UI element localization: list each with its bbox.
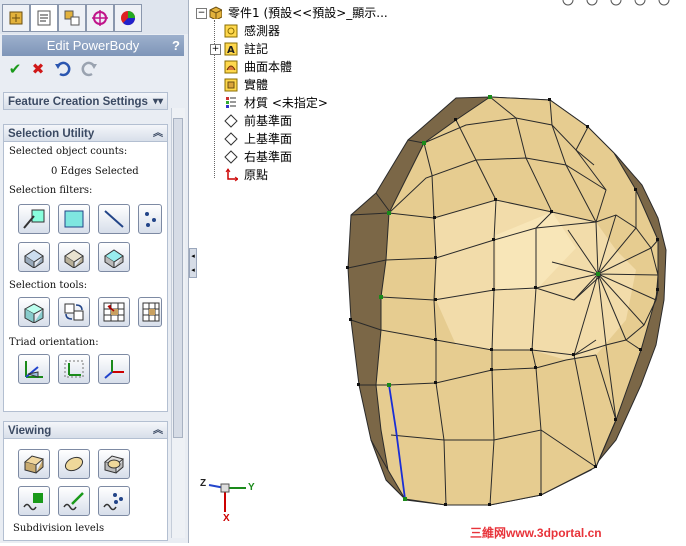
selected-counts-label: Selected object counts: bbox=[9, 146, 128, 157]
view-toolbar-fragment bbox=[562, 0, 670, 6]
invert-selection-button[interactable] bbox=[58, 297, 90, 327]
triad-local-button[interactable] bbox=[58, 354, 90, 384]
plane-icon bbox=[224, 114, 238, 128]
filter-boundary-button[interactable] bbox=[98, 242, 130, 272]
watermark: 三維网www.3dportal.cn bbox=[470, 526, 602, 540]
tree-item-label: 前基準面 bbox=[244, 114, 293, 128]
property-manager-panel: Edit PowerBody ? ✔ ✖ Feature Creation Se… bbox=[0, 0, 189, 543]
viewing-header[interactable]: Viewing ︽ bbox=[3, 421, 168, 439]
filter-points-button[interactable] bbox=[138, 204, 162, 234]
cancel-x-icon[interactable]: ✖ bbox=[29, 60, 47, 78]
selection-tools-label: Selection tools: bbox=[9, 280, 88, 291]
scrollbar-thumb[interactable] bbox=[173, 118, 183, 438]
triad-x-label: X bbox=[223, 513, 230, 524]
undo-icon[interactable] bbox=[54, 60, 72, 78]
show-edges-button[interactable] bbox=[58, 486, 90, 516]
tree-item-label: 感測器 bbox=[244, 24, 281, 38]
part-icon bbox=[209, 6, 222, 19]
selected-counts-value: 0 Edges Selected bbox=[51, 166, 139, 177]
tree-item-label: 右基準面 bbox=[244, 150, 293, 164]
triad-y-label: Y bbox=[248, 482, 255, 493]
filter-vertices-button[interactable] bbox=[18, 204, 50, 234]
subdivision-levels-label: Subdivision levels bbox=[13, 523, 105, 534]
ok-check-icon[interactable]: ✔ bbox=[6, 60, 24, 78]
tree-item-label: 曲面本體 bbox=[244, 60, 293, 74]
triad-view-button[interactable] bbox=[98, 354, 130, 384]
selection-utility-label: Selection Utility bbox=[8, 128, 95, 140]
plane-icon bbox=[224, 150, 238, 164]
action-buttons: ✔ ✖ bbox=[2, 58, 184, 80]
view-both-button[interactable] bbox=[98, 449, 130, 479]
selection-utility-header[interactable]: Selection Utility ︽ bbox=[3, 124, 168, 142]
configuration-manager-icon[interactable] bbox=[58, 4, 86, 32]
triad-global-button[interactable] bbox=[18, 354, 50, 384]
selection-filters-label: Selection filters: bbox=[9, 185, 93, 196]
panel-scrollbar[interactable] bbox=[171, 108, 185, 538]
display-manager-icon[interactable] bbox=[114, 4, 142, 32]
solid-body-icon bbox=[224, 78, 238, 92]
plane-icon bbox=[224, 132, 238, 146]
filter-faces-button[interactable] bbox=[58, 204, 90, 234]
grow-selection-button[interactable] bbox=[98, 297, 130, 327]
show-points-button[interactable] bbox=[98, 486, 130, 516]
surface-body-icon bbox=[224, 60, 238, 74]
tree-item-label: 原點 bbox=[244, 168, 269, 182]
filter-edges-button[interactable] bbox=[98, 204, 130, 234]
manager-tabs bbox=[0, 0, 188, 34]
tree-root-label: 零件1 (預設<<預設>_顯示... bbox=[228, 6, 388, 20]
material-icon bbox=[226, 97, 236, 108]
sensor-icon bbox=[224, 24, 238, 38]
selection-utility-body: Selected object counts: 0 Edges Selected… bbox=[3, 142, 168, 412]
tree-item-label: 上基準面 bbox=[244, 132, 293, 146]
chevron-up-icon[interactable]: ︽ bbox=[153, 422, 163, 440]
property-manager-icon[interactable] bbox=[30, 4, 58, 32]
svg-text:A: A bbox=[227, 45, 235, 56]
origin-icon bbox=[225, 168, 238, 182]
annotation-icon: A bbox=[224, 42, 238, 56]
redo-icon[interactable] bbox=[80, 60, 98, 78]
show-vertices-button[interactable] bbox=[18, 486, 50, 516]
tree-item-label: 材質 <未指定> bbox=[244, 96, 328, 110]
triad bbox=[208, 483, 246, 512]
collapse-icon[interactable]: − bbox=[196, 8, 207, 19]
triad-orientation-label: Triad orientation: bbox=[9, 337, 99, 348]
view-smooth-button[interactable] bbox=[58, 449, 90, 479]
tree-item-label: 註記 bbox=[244, 42, 269, 56]
triad-z-label: Z bbox=[200, 478, 207, 489]
panel-title-text: Edit PowerBody bbox=[46, 38, 140, 53]
panel-title: Edit PowerBody ? bbox=[2, 35, 184, 56]
select-all-button[interactable] bbox=[18, 297, 50, 327]
help-icon[interactable]: ? bbox=[172, 35, 180, 56]
powerbody-model[interactable] bbox=[196, 0, 686, 543]
chevron-down-icon[interactable]: ▾▾ bbox=[153, 93, 163, 111]
tree-item-label: 實體 bbox=[244, 78, 269, 92]
viewing-body: Subdivision levels bbox=[3, 439, 168, 541]
filter-body-button[interactable] bbox=[58, 242, 90, 272]
shrink-selection-button[interactable] bbox=[138, 297, 162, 327]
expand-icon[interactable]: + bbox=[210, 44, 221, 55]
feature-creation-settings-header[interactable]: Feature Creation Settings ▾▾ bbox=[3, 92, 168, 110]
feature-manager-icon[interactable] bbox=[2, 4, 30, 32]
viewing-label: Viewing bbox=[8, 425, 52, 437]
dimxpert-icon[interactable] bbox=[86, 4, 114, 32]
chevron-up-icon[interactable]: ︽ bbox=[153, 125, 163, 143]
view-box-button[interactable] bbox=[18, 449, 50, 479]
graphics-viewport[interactable]: Z Y X bbox=[196, 0, 686, 543]
feature-creation-settings-label: Feature Creation Settings bbox=[8, 96, 148, 108]
filter-solid-button[interactable] bbox=[18, 242, 50, 272]
